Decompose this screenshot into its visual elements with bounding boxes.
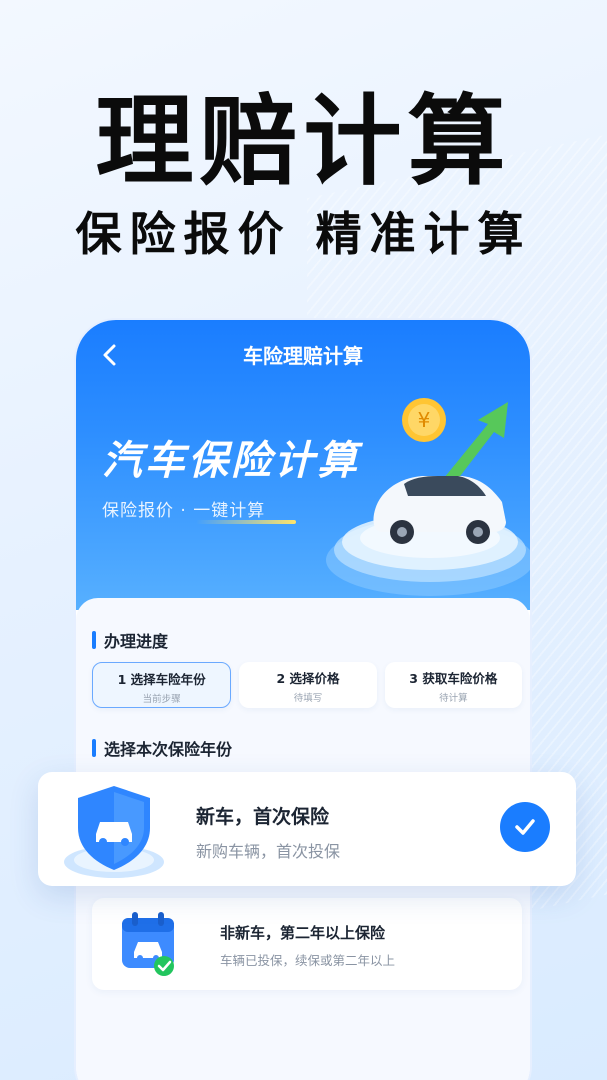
- nav-title: 车险理赔计算: [243, 344, 363, 368]
- year-select-heading-text: 选择本次保险年份: [104, 740, 233, 759]
- option-desc: 车辆已投保，续保或第二年以上: [220, 953, 396, 968]
- step-1[interactable]: 1 选择车险年份 当前步骤: [92, 662, 232, 708]
- banner-subtitle: 保险报价 · 一键计算: [102, 501, 266, 521]
- heading-accent-bar: [92, 739, 96, 757]
- progress-heading-text: 办理进度: [104, 632, 169, 651]
- heading-accent-bar: [92, 631, 96, 649]
- step-status: 当前步骤: [142, 694, 181, 705]
- progress-steps: 1 选择车险年份 当前步骤 2 选择价格 待填写 3 获取车险价格 待计算: [92, 662, 522, 708]
- step-2[interactable]: 2 选择价格 待填写: [239, 662, 377, 708]
- step-status: 待计算: [439, 693, 468, 704]
- app-header-banner: 车险理赔计算 汽车保险计算 保险报价 · 一键计算 ¥: [76, 320, 530, 610]
- step-status: 待填写: [293, 693, 323, 704]
- nav-bar: 车险理赔计算: [76, 340, 530, 370]
- option-card-new-car[interactable]: 新车，首次保险 新购车辆，首次投保: [38, 772, 576, 886]
- banner-underline: [196, 520, 296, 524]
- year-select-heading: 选择本次保险年份: [92, 736, 232, 760]
- hero-title: 理赔计算: [95, 85, 512, 199]
- option-title: 非新车，第二年以上保险: [220, 924, 386, 942]
- hero-subtitle: 保险报价 精准计算: [75, 207, 532, 261]
- check-icon: [515, 819, 535, 835]
- progress-heading: 办理进度: [92, 628, 168, 652]
- back-icon[interactable]: [98, 342, 122, 368]
- step-label: 2 选择价格: [276, 671, 340, 686]
- svg-text:¥: ¥: [418, 408, 431, 432]
- selected-check[interactable]: [500, 802, 550, 852]
- step-3[interactable]: 3 获取车险价格 待计算: [384, 662, 522, 708]
- car-illustration: ¥: [326, 398, 530, 596]
- step-label: 1 选择车险年份: [117, 672, 206, 687]
- option-desc: 新购车辆，首次投保: [196, 842, 341, 861]
- option-title: 新车，首次保险: [196, 806, 330, 828]
- option-card-renewal[interactable]: 非新车，第二年以上保险 车辆已投保，续保或第二年以上: [92, 898, 522, 990]
- calendar-car-icon: [122, 912, 174, 976]
- shield-car-icon: [64, 786, 164, 878]
- step-label: 3 获取车险价格: [409, 671, 498, 686]
- phone-mockup: 车险理赔计算 汽车保险计算 保险报价 · 一键计算 ¥ 办理进度 1 选择车险年…: [74, 318, 532, 1080]
